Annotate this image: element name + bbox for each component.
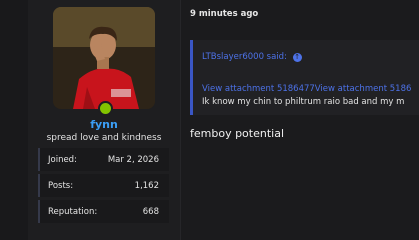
user-stats: Joined: Mar 2, 2026 Posts: 1,162 Reputat…: [38, 148, 169, 226]
arrow-up-circle-icon[interactable]: ↑: [292, 53, 302, 62]
left-margin: [0, 0, 28, 240]
user-title: spread love and kindness: [46, 133, 162, 143]
stat-value: 1,162: [134, 180, 159, 191]
stat-reputation: Reputation: 668: [38, 200, 169, 223]
avatar-photo: [53, 7, 155, 109]
stat-label: Joined:: [48, 154, 77, 165]
online-status-dot: [98, 101, 113, 116]
quote-author-link[interactable]: LTBslayer6000 said: ↑: [202, 52, 302, 62]
stat-value: Mar 2, 2026: [107, 154, 159, 165]
post-body: femboy potential: [190, 127, 285, 140]
user-avatar[interactable]: [53, 7, 155, 109]
quote-text: Ik know my chin to philtrum raio bad and…: [202, 97, 405, 107]
username-link[interactable]: fynn: [28, 118, 180, 131]
stat-joined: Joined: Mar 2, 2026: [38, 148, 169, 171]
stat-posts: Posts: 1,162: [38, 174, 169, 197]
stat-value: 668: [142, 206, 159, 217]
quote-author: LTBslayer6000 said:: [202, 52, 287, 62]
quote-block: LTBslayer6000 said: ↑ View attachment 51…: [190, 40, 419, 115]
post-timestamp[interactable]: 9 minutes ago: [190, 9, 258, 19]
stat-label: Reputation:: [48, 206, 98, 217]
quote-attachment-link[interactable]: View attachment 5186477View attachment 5…: [202, 84, 411, 94]
stat-label: Posts:: [48, 180, 74, 191]
